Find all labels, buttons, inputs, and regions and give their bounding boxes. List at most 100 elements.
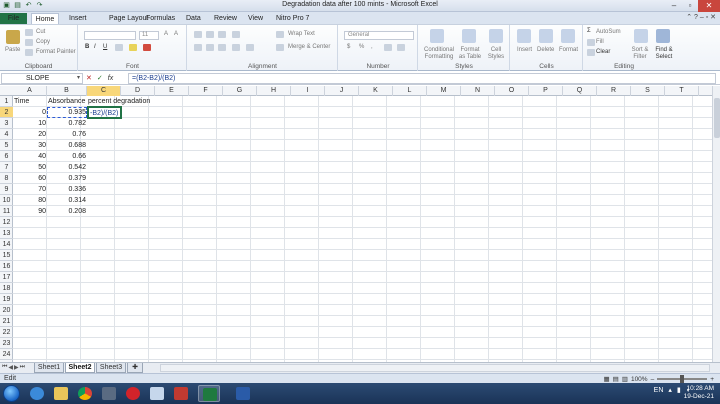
align-top-icon[interactable] bbox=[194, 31, 202, 38]
column-header-t[interactable]: T bbox=[665, 86, 699, 96]
row-header[interactable]: 6 bbox=[0, 151, 13, 162]
time-cell[interactable]: 0 bbox=[13, 107, 47, 118]
taskbar-opera[interactable] bbox=[122, 385, 144, 402]
copy-button[interactable]: Copy bbox=[36, 39, 50, 45]
wrap-text-icon[interactable] bbox=[276, 31, 284, 38]
cell-styles-button[interactable]: Cell Styles bbox=[485, 47, 507, 61]
find-select-button[interactable]: Find & Select bbox=[650, 47, 678, 61]
row-header[interactable]: 11 bbox=[0, 206, 13, 217]
increase-decimal-icon[interactable] bbox=[384, 44, 392, 51]
column-header-s[interactable]: S bbox=[631, 86, 665, 96]
row-header[interactable]: 21 bbox=[0, 316, 13, 327]
align-right-icon[interactable] bbox=[218, 44, 226, 51]
row-header[interactable]: 24 bbox=[0, 349, 13, 360]
row-header[interactable]: 20 bbox=[0, 305, 13, 316]
time-cell[interactable]: 60 bbox=[13, 173, 47, 184]
row-header[interactable]: 3 bbox=[0, 118, 13, 129]
tab-page-layout[interactable]: Page Layout bbox=[109, 13, 148, 24]
absorbance-cell[interactable]: 0.208 bbox=[47, 206, 87, 217]
row-header[interactable]: 10 bbox=[0, 195, 13, 206]
minimize-button[interactable]: – bbox=[666, 0, 682, 12]
taskbar-pdf[interactable] bbox=[170, 385, 192, 402]
vertical-scrollbar[interactable] bbox=[712, 86, 720, 362]
row-header[interactable]: 5 bbox=[0, 140, 13, 151]
time-cell[interactable]: 40 bbox=[13, 151, 47, 162]
taskbar-chrome[interactable] bbox=[74, 385, 96, 402]
cancel-button[interactable]: ✕ bbox=[86, 73, 92, 84]
copy-icon[interactable] bbox=[25, 39, 33, 46]
next-sheet-icon[interactable]: ▶ bbox=[14, 364, 19, 371]
absorbance-cell[interactable]: 0.542 bbox=[47, 162, 87, 173]
column-header-i[interactable]: I bbox=[291, 86, 325, 96]
merge-center-icon[interactable] bbox=[276, 44, 284, 51]
formula-input[interactable]: =(B2-B2)/(B2) bbox=[128, 73, 716, 84]
row-header[interactable]: 1 bbox=[0, 96, 13, 107]
outdent-icon[interactable] bbox=[246, 44, 254, 51]
comma-style-icon[interactable]: , bbox=[371, 44, 373, 50]
row-header[interactable]: 16 bbox=[0, 261, 13, 272]
font-name-combo[interactable] bbox=[84, 31, 136, 40]
row-header[interactable]: 9 bbox=[0, 184, 13, 195]
column-header-c[interactable]: C bbox=[87, 86, 121, 96]
column-header-b[interactable]: B bbox=[47, 86, 87, 96]
row-header[interactable]: 12 bbox=[0, 217, 13, 228]
orientation-icon[interactable] bbox=[232, 31, 240, 38]
name-box[interactable]: SLOPE ▾ bbox=[1, 73, 83, 84]
tab-insert[interactable]: Insert bbox=[69, 13, 87, 24]
autosum-button[interactable]: AutoSum bbox=[596, 29, 621, 35]
cell-area[interactable]: Time Absorbance percent degradation 0 10… bbox=[13, 96, 712, 362]
tab-formulas[interactable]: Formulas bbox=[146, 13, 175, 24]
fill-icon[interactable] bbox=[587, 39, 595, 46]
tab-review[interactable]: Review bbox=[214, 13, 237, 24]
row-header[interactable]: 8 bbox=[0, 173, 13, 184]
find-select-icon[interactable] bbox=[656, 29, 670, 43]
fill-color-icon[interactable] bbox=[129, 44, 137, 51]
start-button[interactable] bbox=[3, 385, 20, 402]
normal-view-icon[interactable]: ▦ bbox=[603, 375, 609, 383]
wrap-text-button[interactable]: Wrap Text bbox=[288, 31, 315, 37]
column-header-a[interactable]: A bbox=[13, 86, 47, 96]
time-cell[interactable]: 50 bbox=[13, 162, 47, 173]
format-as-table-icon[interactable] bbox=[462, 29, 476, 43]
first-sheet-icon[interactable]: ⏮ bbox=[2, 364, 7, 371]
tab-home[interactable]: Home bbox=[31, 13, 59, 24]
absorbance-cell[interactable]: 0.76 bbox=[47, 129, 87, 140]
delete-cells-button[interactable]: Delete bbox=[537, 47, 554, 53]
prev-sheet-icon[interactable]: ◀ bbox=[8, 364, 13, 371]
number-format-combo[interactable]: General bbox=[344, 31, 414, 40]
currency-button[interactable]: $ bbox=[347, 44, 350, 50]
taskbar-clock[interactable]: 10:28 AM 19-Dec-21 bbox=[684, 385, 714, 401]
column-header-d[interactable]: D bbox=[121, 86, 155, 96]
paste-button[interactable]: Paste bbox=[5, 47, 20, 53]
time-cell[interactable]: 80 bbox=[13, 195, 47, 206]
autosum-icon[interactable]: Σ bbox=[587, 28, 591, 34]
shrink-font-icon[interactable]: A bbox=[174, 31, 178, 37]
time-cell[interactable]: 30 bbox=[13, 140, 47, 151]
grow-font-icon[interactable]: A bbox=[164, 31, 168, 37]
conditional-formatting-button[interactable]: Conditional Formatting bbox=[422, 47, 456, 61]
tab-view[interactable]: View bbox=[248, 13, 263, 24]
taskbar-ie[interactable] bbox=[26, 385, 48, 402]
sheet-tab-sheet3[interactable]: Sheet3 bbox=[96, 363, 126, 373]
align-bottom-icon[interactable] bbox=[218, 31, 226, 38]
cell-a1[interactable]: Time bbox=[13, 96, 30, 107]
column-header-o[interactable]: O bbox=[495, 86, 529, 96]
zoom-in-icon[interactable]: + bbox=[710, 376, 714, 383]
taskbar-media[interactable] bbox=[98, 385, 120, 402]
align-left-icon[interactable] bbox=[194, 44, 202, 51]
row-header[interactable]: 7 bbox=[0, 162, 13, 173]
row-header[interactable]: 18 bbox=[0, 283, 13, 294]
absorbance-cell[interactable]: 0.782 bbox=[47, 118, 87, 129]
delete-cells-icon[interactable] bbox=[539, 29, 553, 43]
zoom-slider[interactable] bbox=[657, 375, 708, 383]
sort-filter-button[interactable]: Sort & Filter bbox=[628, 47, 652, 61]
zoom-level[interactable]: 100% bbox=[631, 376, 648, 383]
active-cell-c2[interactable]: -B2)/(B2) bbox=[87, 106, 122, 119]
cell-styles-icon[interactable] bbox=[489, 29, 503, 43]
time-cell[interactable]: 20 bbox=[13, 129, 47, 140]
format-painter-icon[interactable] bbox=[25, 49, 33, 56]
column-header-k[interactable]: K bbox=[359, 86, 393, 96]
borders-icon[interactable] bbox=[115, 44, 123, 51]
underline-button[interactable]: U bbox=[103, 44, 107, 50]
insert-cells-button[interactable]: Insert bbox=[517, 47, 532, 53]
